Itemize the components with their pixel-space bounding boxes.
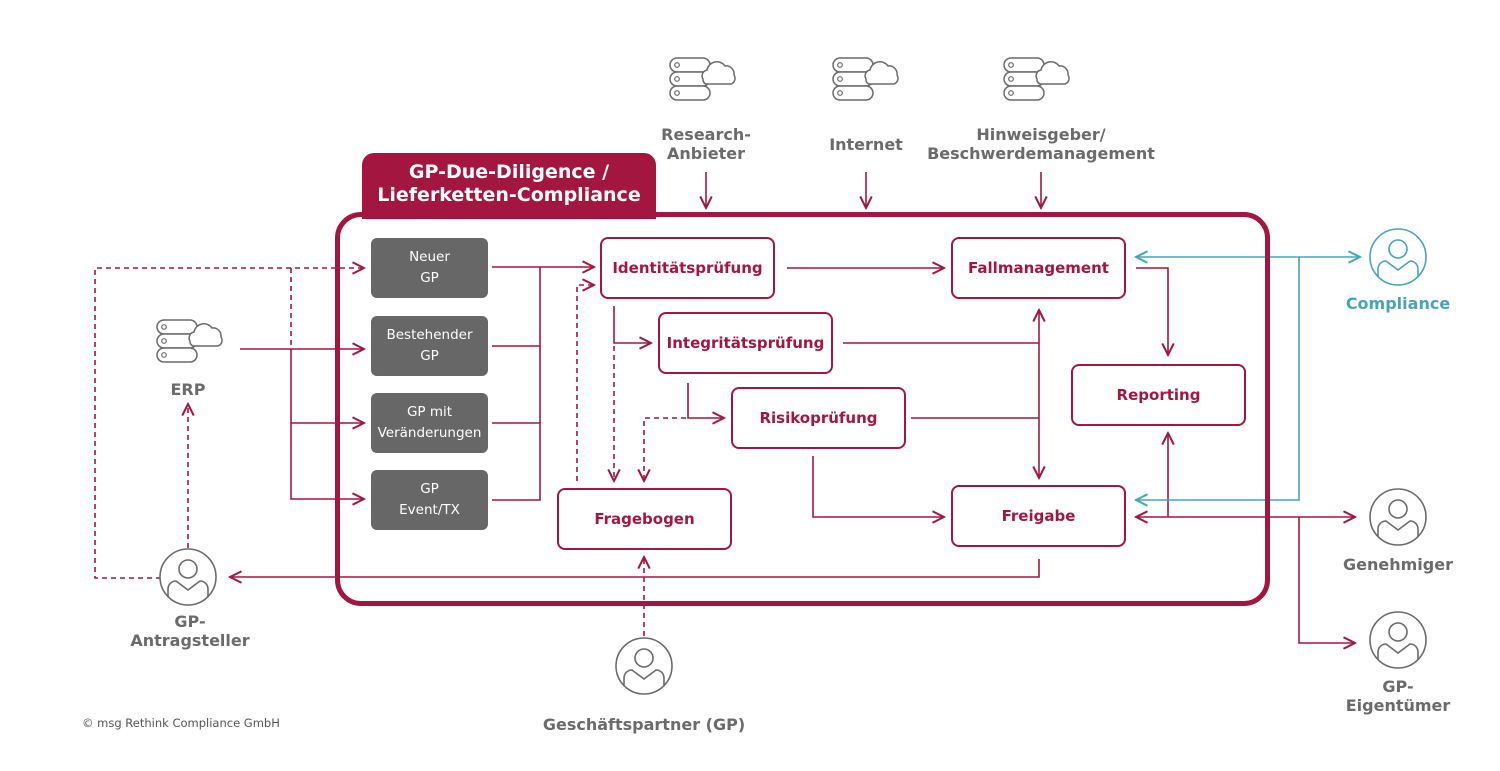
internet-server-cloud-icon [832, 57, 899, 101]
step-fragebogen[interactable]: Fragebogen [557, 488, 732, 550]
hinweisgeber-server-cloud-icon [1003, 57, 1070, 101]
step-freigabe[interactable]: Freigabe [951, 485, 1126, 547]
actor-label-genehmiger: Genehmiger [1343, 555, 1453, 574]
eigentuemer-person-icon [1369, 611, 1427, 669]
input-gp-event-tx[interactable]: GP Event/TX [371, 470, 488, 530]
step-reporting[interactable]: Reporting [1071, 364, 1246, 426]
actor-label-compliance: Compliance [1345, 294, 1451, 313]
actor-label-antragsteller: GP- Antragsteller [130, 612, 250, 650]
step-integritaetspruefung[interactable]: Integritätsprüfung [658, 312, 833, 374]
antragsteller-person-icon [159, 548, 217, 606]
erp-server-cloud-icon [156, 319, 223, 363]
actor-label-eigentuemer: GP- Eigentümer [1345, 677, 1451, 715]
diagram-title: GP-Due-Diligence / Lieferketten-Complian… [362, 153, 656, 219]
actor-label-geschaeftspartner: Geschäftspartner (GP) [542, 715, 746, 734]
erp-label: ERP [170, 380, 206, 399]
input-gp-mit-veraenderungen[interactable]: GP mit Veränderungen [371, 393, 488, 453]
geschaeftspartner-person-icon [615, 637, 673, 695]
input-neuer-gp[interactable]: Neuer GP [371, 238, 488, 298]
step-fallmanagement[interactable]: Fallmanagement [951, 237, 1126, 299]
source-label-research: Research- Anbieter [661, 125, 751, 163]
source-label-internet: Internet [829, 135, 903, 154]
step-identitaetspruefung[interactable]: Identitätsprüfung [600, 237, 775, 299]
arrow-to-eigentuemer [1298, 517, 1355, 643]
input-bestehender-gp[interactable]: Bestehender GP [371, 316, 488, 376]
compliance-person-icon [1369, 228, 1427, 286]
title-line-1: GP-Due-Diligence / [408, 161, 610, 183]
step-risikopruefung[interactable]: Risikoprüfung [731, 387, 906, 449]
genehmiger-person-icon [1369, 488, 1427, 546]
source-label-hinweisgeber: Hinweisgeber/ Beschwerdemanagement [927, 125, 1155, 163]
copyright-text: © msg Rethink Compliance GmbH [82, 716, 280, 730]
research-server-cloud-icon [669, 57, 736, 101]
title-line-2: Lieferketten-Compliance [377, 184, 641, 206]
